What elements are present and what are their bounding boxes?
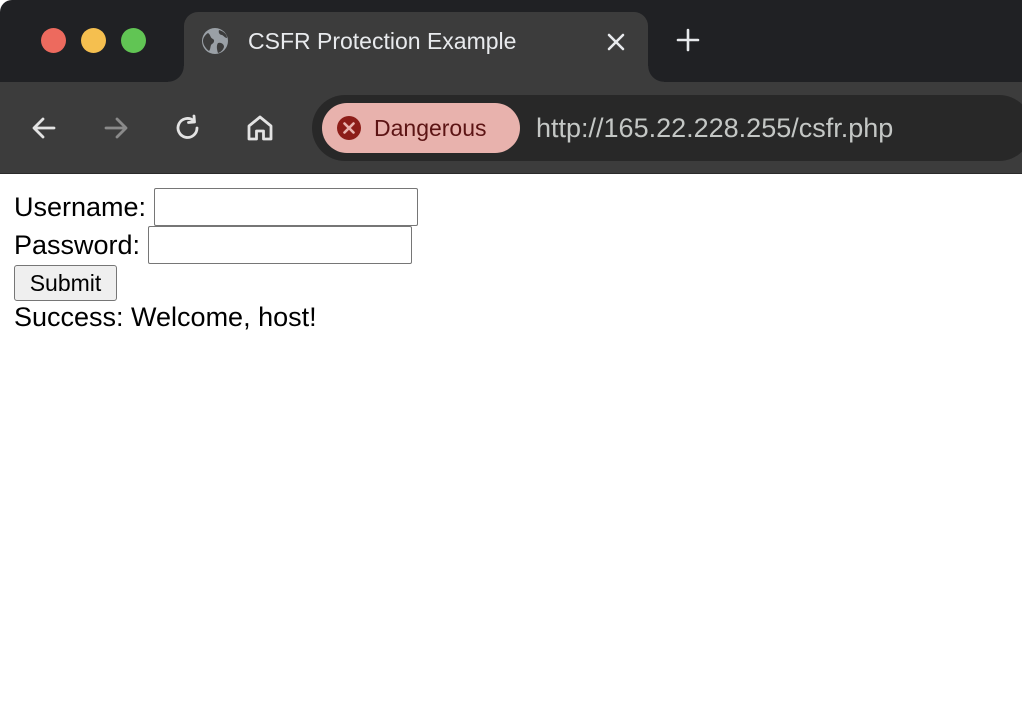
username-label: Username: (14, 192, 147, 222)
window-minimize-button[interactable] (81, 28, 106, 53)
plus-icon[interactable] (672, 24, 704, 56)
arrow-right-icon[interactable] (96, 108, 136, 148)
submit-button[interactable]: Submit (14, 265, 117, 301)
globe-icon (200, 26, 230, 56)
window-maximize-button[interactable] (121, 28, 146, 53)
window-close-button[interactable] (41, 28, 66, 53)
username-row: Username: (14, 188, 419, 226)
username-input[interactable] (154, 188, 419, 226)
error-circle-icon (336, 115, 362, 141)
security-label: Dangerous (374, 115, 487, 141)
page-content: Username: Password: Submit Success: Welc… (0, 175, 1022, 726)
password-label: Password: (14, 230, 141, 260)
tab-title: CSFR Protection Example (248, 28, 517, 54)
close-icon[interactable] (602, 28, 630, 56)
status-message: Success: Welcome, host! (14, 302, 317, 332)
browser-toolbar: Dangerous http://165.22.228.255/csfr.php (0, 82, 1022, 174)
password-row: Password: (14, 226, 413, 264)
password-input[interactable] (148, 226, 413, 264)
address-bar[interactable]: Dangerous http://165.22.228.255/csfr.php (312, 95, 1022, 161)
browser-tab[interactable]: CSFR Protection Example (168, 12, 664, 82)
home-icon[interactable] (240, 108, 280, 148)
security-status-chip[interactable]: Dangerous (322, 103, 520, 153)
reload-icon[interactable] (168, 108, 208, 148)
url-text[interactable]: http://165.22.228.255/csfr.php (536, 95, 893, 161)
arrow-left-icon[interactable] (24, 108, 64, 148)
tab-strip: CSFR Protection Example (0, 0, 1022, 82)
